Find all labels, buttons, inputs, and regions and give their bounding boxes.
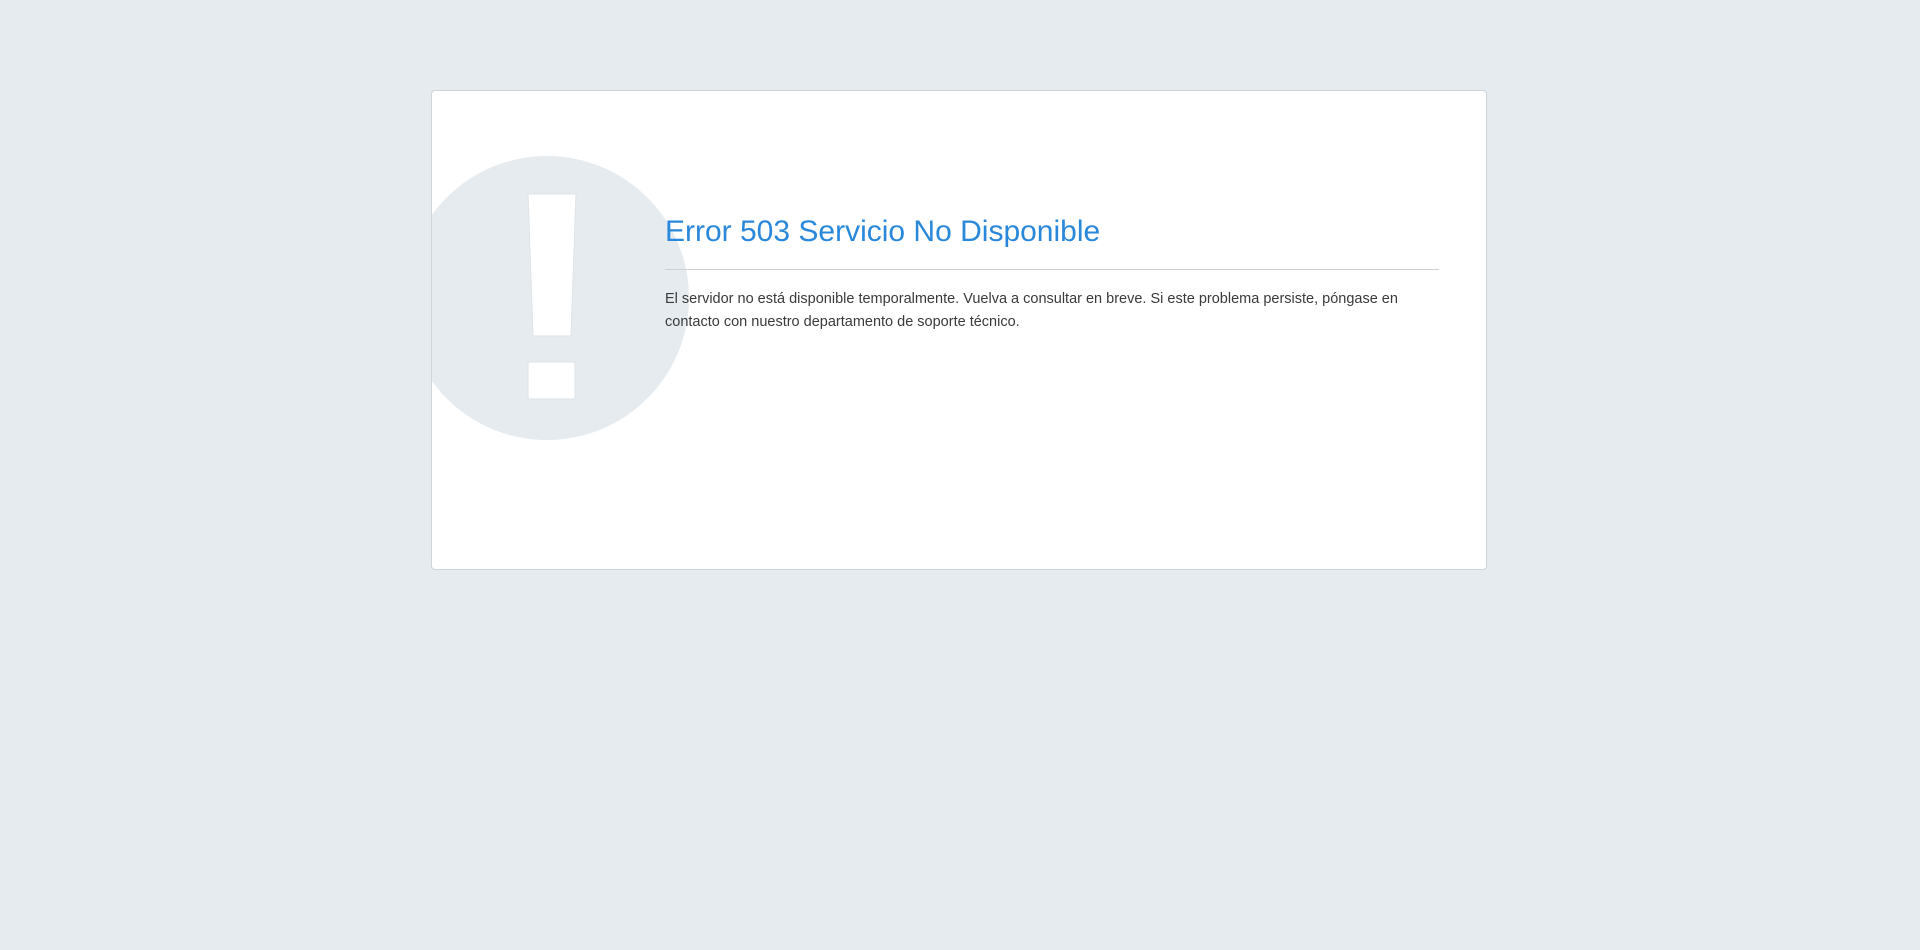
error-card: Error 503 Servicio No Disponible El serv…: [431, 90, 1487, 570]
exclamation-circle-icon: [432, 156, 689, 440]
page-title: Error 503 Servicio No Disponible: [665, 214, 1439, 270]
error-message: El servidor no está disponible temporalm…: [665, 291, 1398, 330]
error-content: Error 503 Servicio No Disponible El serv…: [665, 214, 1439, 334]
